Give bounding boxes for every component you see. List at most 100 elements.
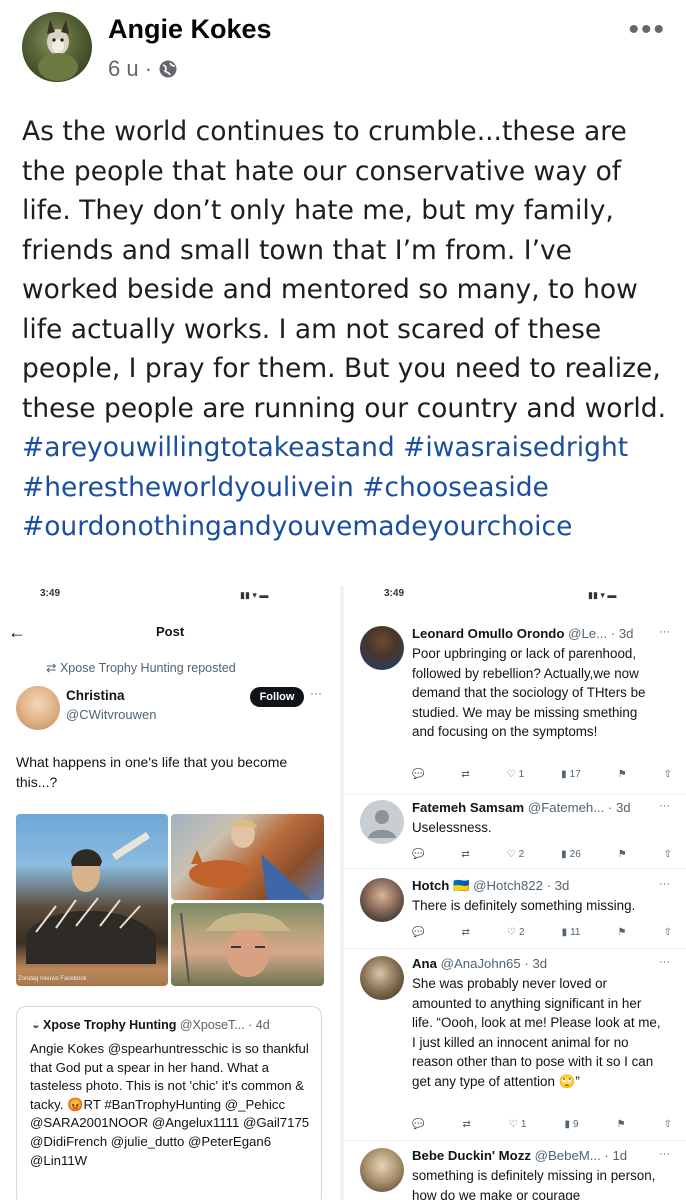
views-button[interactable]: ▮ 9 xyxy=(564,1116,578,1132)
reply-text: Uselessness. xyxy=(412,820,492,835)
more-icon[interactable]: ··· xyxy=(310,686,322,700)
retweet-icon[interactable]: ⇄ xyxy=(462,1116,470,1132)
reply-actions: 💬 ⇄ ♡ 1 ▮ 9 ⚑ ⇧ xyxy=(412,1116,672,1132)
more-icon[interactable]: ··· xyxy=(659,878,670,890)
views-count: 9 xyxy=(572,1118,579,1130)
more-icon[interactable]: ··· xyxy=(659,956,670,968)
photo-caption: Zondag nieuws Facebook xyxy=(18,976,87,982)
back-arrow-icon[interactable]: ← xyxy=(8,622,26,643)
views-button[interactable]: ▮ 17 xyxy=(561,766,581,782)
bookmark-icon[interactable]: ⚑ xyxy=(618,846,627,862)
post-header: Angie Kokes 6 u · ••• xyxy=(22,12,672,84)
retweet-icon[interactable]: ⇄ xyxy=(462,924,470,940)
user-handle[interactable]: @CWitvrouwen xyxy=(66,707,157,722)
quoted-tweet-header: ◒ Xpose Trophy Hunting @XposeT... · 4d xyxy=(32,1018,270,1032)
reply-author-name[interactable]: Fatemeh Samsam xyxy=(412,800,524,815)
default-user-icon xyxy=(368,810,396,838)
share-icon[interactable]: ⇧ xyxy=(664,766,672,782)
reply-author-name[interactable]: Leonard Omullo Orondo xyxy=(412,626,564,641)
reply-icon[interactable]: 💬 xyxy=(412,766,424,782)
like-count: 2 xyxy=(518,848,525,860)
like-count: 1 xyxy=(520,1118,527,1130)
like-button[interactable]: ♡ 1 xyxy=(509,1116,527,1132)
reply-actions: 💬 ⇄ ♡ 1 ▮ 17 ⚑ ⇧ xyxy=(412,766,672,782)
dog-photo-icon xyxy=(38,20,78,81)
reply-header: Ana @AnaJohn65 · 3d xyxy=(412,956,547,971)
reply-item[interactable]: Hotch 🇺🇦 @Hotch822 · 3d ··· There is def… xyxy=(360,878,680,946)
quoted-tweet-text: Angie Kokes @spearhuntresschic is so tha… xyxy=(30,1041,310,1168)
reply-item[interactable]: Ana @AnaJohn65 · 3d ··· She was probably… xyxy=(360,956,680,1136)
reply-header: Fatemeh Samsam @Fatemeh... · 3d xyxy=(412,800,631,815)
reply-author-name[interactable]: Hotch 🇺🇦 xyxy=(412,878,469,893)
quote-handle-time: @XposeT... · 4d xyxy=(179,1018,270,1032)
post-text: As the world continues to crumble...thes… xyxy=(22,116,666,424)
reply-avatar[interactable] xyxy=(360,1148,404,1192)
retweet-icon[interactable]: ⇄ xyxy=(461,846,469,862)
reply-header: Hotch 🇺🇦 @Hotch822 · 3d xyxy=(412,878,569,894)
bookmark-icon[interactable]: ⚑ xyxy=(617,1116,626,1132)
views-button[interactable]: ▮ 26 xyxy=(561,846,581,862)
reply-item[interactable]: Fatemeh Samsam @Fatemeh... · 3d ··· Usel… xyxy=(360,800,680,866)
hashtag[interactable]: #chooseaside xyxy=(362,472,549,503)
post-meta: 6 u · xyxy=(108,56,178,82)
post-body: As the world continues to crumble...thes… xyxy=(22,112,672,547)
hashtag[interactable]: #herestheworldyoulivein xyxy=(22,472,354,503)
quote-author-name[interactable]: Xpose Trophy Hunting xyxy=(43,1018,176,1032)
reply-avatar[interactable] xyxy=(360,878,404,922)
reply-item[interactable]: Bebe Duckin' Mozz @BebeM... · 1d ··· som… xyxy=(360,1148,680,1200)
reply-text: There is definitely something missing. xyxy=(412,898,636,913)
reply-icon[interactable]: 💬 xyxy=(412,846,424,862)
hashtag[interactable]: #areyouwillingtotakeastand xyxy=(22,432,395,463)
photo-illustration xyxy=(180,912,291,984)
repost-label: Xpose Trophy Hunting reposted xyxy=(59,661,236,675)
tweet-photo-selfie[interactable] xyxy=(171,903,324,986)
reply-handle-time: @Fatemeh... · 3d xyxy=(527,800,631,815)
user-name[interactable]: Christina xyxy=(66,688,125,703)
reply-author-name[interactable]: Ana xyxy=(412,956,437,971)
views-count: 17 xyxy=(569,768,581,780)
reply-separator xyxy=(344,868,686,869)
status-icons: ▮▮ ▾ ▬ xyxy=(588,590,617,600)
reply-handle-time: @AnaJohn65 · 3d xyxy=(440,956,548,971)
more-icon[interactable]: ··· xyxy=(659,626,670,638)
like-button[interactable]: ♡ 2 xyxy=(507,924,525,940)
reply-icon[interactable]: 💬 xyxy=(412,1116,424,1132)
more-options-icon[interactable]: ••• xyxy=(628,15,666,45)
more-icon[interactable]: ··· xyxy=(659,800,670,812)
reply-avatar[interactable] xyxy=(360,800,404,844)
tweet-photo-porcupine[interactable] xyxy=(16,814,168,986)
reply-header: Bebe Duckin' Mozz @BebeM... · 1d xyxy=(412,1148,627,1163)
reply-text: She was probably never loved or amounted… xyxy=(412,976,661,1089)
like-button[interactable]: ♡ 1 xyxy=(507,766,525,782)
hashtag[interactable]: #iwasraisedright xyxy=(403,432,628,463)
share-icon[interactable]: ⇧ xyxy=(664,1116,672,1132)
status-icons: ▮▮ ▾ ▬ xyxy=(240,590,269,600)
follow-button[interactable]: Follow xyxy=(250,687,304,707)
reply-icon[interactable]: 💬 xyxy=(412,924,424,940)
more-icon[interactable]: ··· xyxy=(659,1148,670,1160)
page-title: Post xyxy=(156,624,185,639)
status-time: 3:49 xyxy=(384,588,405,599)
quote-avatar-icon: ◒ xyxy=(32,1018,44,1032)
reply-author-name[interactable]: Bebe Duckin' Mozz xyxy=(412,1148,531,1163)
reply-handle-time: @Le... · 3d xyxy=(568,626,634,641)
reply-avatar[interactable] xyxy=(360,626,404,670)
like-button[interactable]: ♡ 2 xyxy=(507,846,525,862)
post-time[interactable]: 6 u · xyxy=(108,56,152,82)
author-avatar[interactable] xyxy=(22,12,92,82)
like-count: 2 xyxy=(518,926,525,938)
reply-handle-time: @Hotch822 · 3d xyxy=(473,878,570,893)
tweet-photo-fox[interactable] xyxy=(171,814,324,900)
share-icon[interactable]: ⇧ xyxy=(664,924,672,940)
bookmark-icon[interactable]: ⚑ xyxy=(618,766,627,782)
bookmark-icon[interactable]: ⚑ xyxy=(618,924,627,940)
hashtag[interactable]: #ourdonothingandyouvemadeyourchoice xyxy=(22,511,572,542)
share-icon[interactable]: ⇧ xyxy=(664,846,672,862)
user-avatar[interactable] xyxy=(16,686,60,730)
retweet-icon[interactable]: ⇄ xyxy=(461,766,469,782)
author-name[interactable]: Angie Kokes xyxy=(108,14,272,45)
reply-avatar[interactable] xyxy=(360,956,404,1000)
photo-illustration xyxy=(26,832,156,964)
reply-item[interactable]: Leonard Omullo Orondo @Le... · 3d ··· Po… xyxy=(360,626,680,786)
views-button[interactable]: ▮ 11 xyxy=(562,924,581,940)
